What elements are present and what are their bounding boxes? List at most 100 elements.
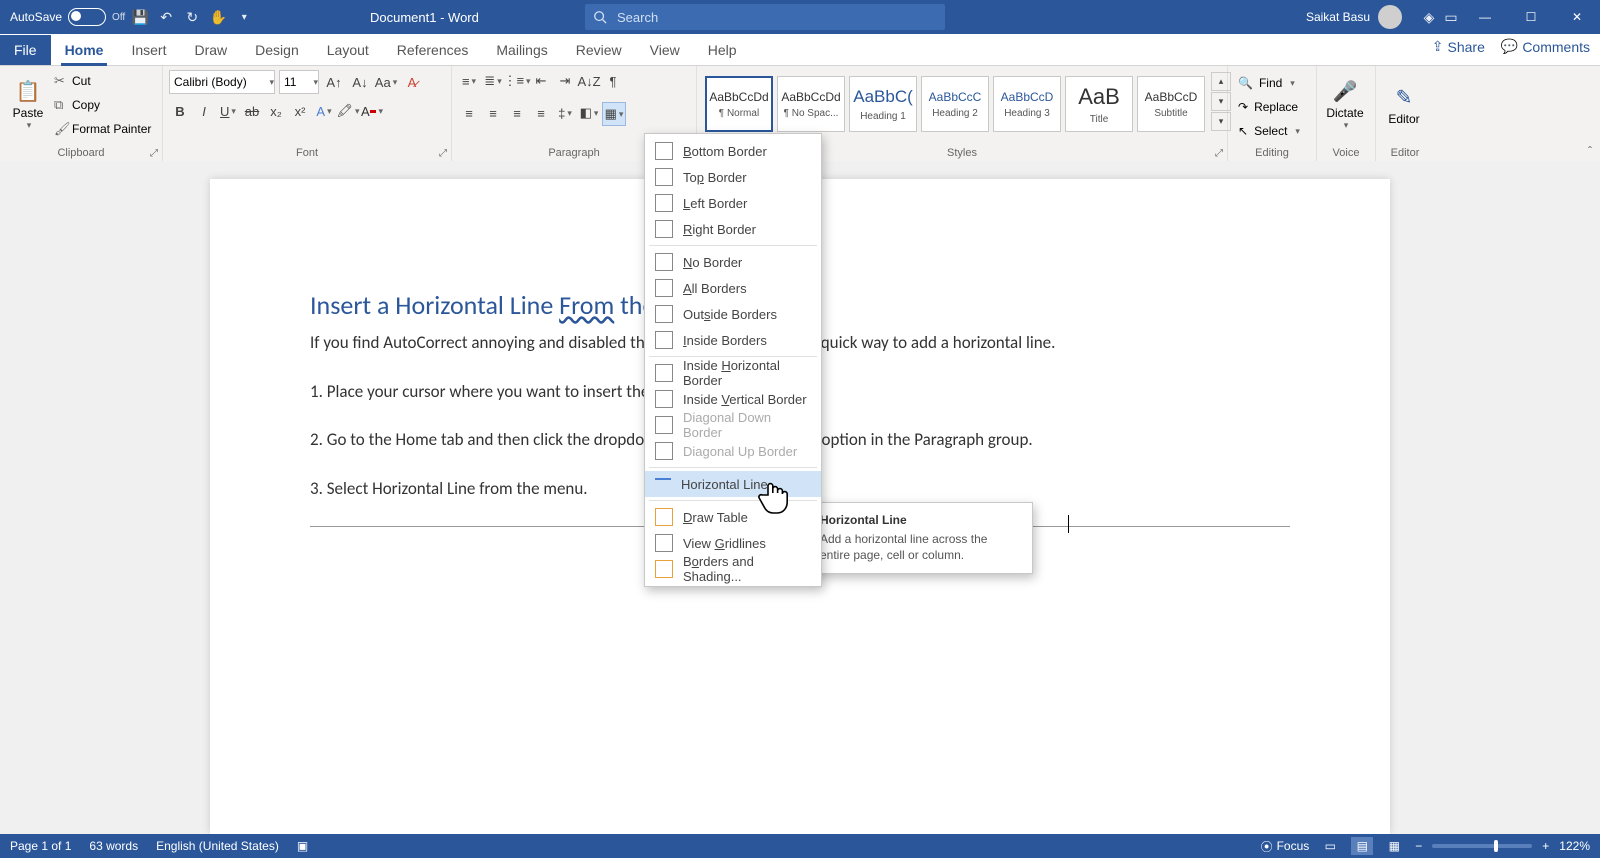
tab-home[interactable]: Home bbox=[51, 35, 118, 65]
style--no-spac-[interactable]: AaBbCcDd¶ No Spac... bbox=[777, 76, 845, 132]
align-right-icon[interactable]: ≡ bbox=[506, 102, 528, 124]
avatar[interactable] bbox=[1378, 5, 1402, 29]
font-color-icon[interactable]: A▾ bbox=[361, 100, 383, 122]
borders-item-bottom-border[interactable]: Bottom Border bbox=[645, 138, 821, 164]
style-heading-1[interactable]: AaBbC(Heading 1 bbox=[849, 76, 917, 132]
status-language[interactable]: English (United States) bbox=[156, 839, 279, 853]
borders-item-draw-table[interactable]: Draw Table bbox=[645, 504, 821, 530]
save-icon[interactable]: 💾 bbox=[129, 6, 151, 28]
font-launcher-icon[interactable]: ⤢ bbox=[439, 148, 447, 159]
tab-mailings[interactable]: Mailings bbox=[482, 35, 561, 65]
paste-button[interactable]: 📋 Paste ▾ bbox=[6, 70, 50, 140]
font-size-combo[interactable]: 11▾ bbox=[279, 70, 319, 94]
search-input[interactable] bbox=[615, 9, 879, 26]
numbering-icon[interactable]: ≣▾ bbox=[482, 70, 504, 92]
borders-item-left-border[interactable]: Left Border bbox=[645, 190, 821, 216]
tab-references[interactable]: References bbox=[383, 35, 483, 65]
style-heading-3[interactable]: AaBbCcDHeading 3 bbox=[993, 76, 1061, 132]
borders-item-all-borders[interactable]: All Borders bbox=[645, 275, 821, 301]
italic-icon[interactable]: I bbox=[193, 100, 215, 122]
ribbon-display-icon[interactable]: ▭ bbox=[1440, 6, 1462, 28]
line-spacing-icon[interactable]: ‡▾ bbox=[554, 102, 576, 124]
print-layout-icon[interactable]: ▤ bbox=[1351, 837, 1373, 855]
copy-button[interactable]: ⧉Copy bbox=[54, 94, 151, 116]
borders-item-horizontal-line[interactable]: Horizontal Line bbox=[645, 471, 821, 497]
style-title[interactable]: AaBTitle bbox=[1065, 76, 1133, 132]
maximize-button[interactable]: ☐ bbox=[1508, 0, 1554, 34]
style--normal[interactable]: AaBbCcDd¶ Normal bbox=[705, 76, 773, 132]
change-case-icon[interactable]: Aa▾ bbox=[375, 71, 397, 93]
show-marks-icon[interactable]: ¶ bbox=[602, 70, 624, 92]
redo-icon[interactable]: ↻ bbox=[181, 6, 203, 28]
tab-draw[interactable]: Draw bbox=[180, 35, 241, 65]
borders-item-view-gridlines[interactable]: View Gridlines bbox=[645, 530, 821, 556]
subscript-icon[interactable]: x₂ bbox=[265, 100, 287, 122]
tab-insert[interactable]: Insert bbox=[117, 35, 180, 65]
borders-item-borders-and-shading-[interactable]: Borders and Shading... bbox=[645, 556, 821, 582]
tab-design[interactable]: Design bbox=[241, 35, 313, 65]
autosave-toggle[interactable]: AutoSave Off bbox=[10, 8, 125, 26]
sort-icon[interactable]: A↓Z bbox=[578, 70, 600, 92]
format-painter-button[interactable]: 🖌Format Painter bbox=[54, 118, 151, 140]
dictate-button[interactable]: 🎤Dictate▾ bbox=[1323, 70, 1367, 140]
find-button[interactable]: 🔍Find▾ bbox=[1234, 72, 1304, 94]
borders-button[interactable]: ▦▾ bbox=[602, 102, 626, 126]
style-subtitle[interactable]: AaBbCcDSubtitle bbox=[1137, 76, 1205, 132]
user-name[interactable]: Saikat Basu bbox=[1306, 10, 1370, 24]
search-box[interactable] bbox=[585, 4, 945, 30]
superscript-icon[interactable]: x² bbox=[289, 100, 311, 122]
styles-launcher-icon[interactable]: ⤢ bbox=[1215, 148, 1223, 159]
zoom-in-icon[interactable]: + bbox=[1542, 839, 1549, 853]
autosave-switch[interactable] bbox=[68, 8, 106, 26]
borders-item-top-border[interactable]: Top Border bbox=[645, 164, 821, 190]
share-button[interactable]: ⇪Share bbox=[1432, 38, 1485, 55]
tab-view[interactable]: View bbox=[636, 35, 694, 65]
borders-item-inside-borders[interactable]: Inside Borders bbox=[645, 327, 821, 353]
clear-formatting-icon[interactable]: A̷ bbox=[401, 71, 423, 93]
highlight-icon[interactable]: 🖍▾ bbox=[337, 100, 359, 122]
replace-button[interactable]: ↷Replace bbox=[1234, 96, 1304, 118]
comments-button[interactable]: 💬Comments bbox=[1501, 38, 1590, 55]
bold-icon[interactable]: B bbox=[169, 100, 191, 122]
tab-review[interactable]: Review bbox=[562, 35, 636, 65]
text-effects-icon[interactable]: A▾ bbox=[313, 100, 335, 122]
select-button[interactable]: ↖Select▾ bbox=[1234, 120, 1304, 142]
shrink-font-icon[interactable]: A↓ bbox=[349, 71, 371, 93]
borders-item-outside-borders[interactable]: Outside Borders bbox=[645, 301, 821, 327]
status-page[interactable]: Page 1 of 1 bbox=[10, 839, 71, 853]
focus-mode[interactable]: ⦿Focus bbox=[1261, 838, 1310, 855]
touch-mode-icon[interactable]: ✋ bbox=[207, 6, 229, 28]
align-left-icon[interactable]: ≡ bbox=[458, 102, 480, 124]
collapse-ribbon-icon[interactable]: ˆ bbox=[1588, 144, 1592, 158]
multilevel-icon[interactable]: ⋮≡▾ bbox=[506, 70, 528, 92]
borders-item-inside-vertical-border[interactable]: Inside Vertical Border bbox=[645, 386, 821, 412]
status-words[interactable]: 63 words bbox=[89, 839, 138, 853]
minimize-button[interactable]: — bbox=[1462, 0, 1508, 34]
borders-item-inside-horizontal-border[interactable]: Inside Horizontal Border bbox=[645, 360, 821, 386]
tab-file[interactable]: File bbox=[0, 35, 51, 65]
zoom-level[interactable]: 122% bbox=[1559, 839, 1590, 853]
close-button[interactable]: ✕ bbox=[1554, 0, 1600, 34]
shading-icon[interactable]: ◧▾ bbox=[578, 102, 600, 124]
cut-button[interactable]: ✂Cut bbox=[54, 70, 151, 92]
bullets-icon[interactable]: ≡▾ bbox=[458, 70, 480, 92]
tab-layout[interactable]: Layout bbox=[313, 35, 383, 65]
decrease-indent-icon[interactable]: ⇤ bbox=[530, 70, 552, 92]
align-center-icon[interactable]: ≡ bbox=[482, 102, 504, 124]
read-mode-icon[interactable]: ▭ bbox=[1319, 837, 1341, 855]
editor-button[interactable]: ✎Editor bbox=[1382, 70, 1426, 140]
borders-item-no-border[interactable]: No Border bbox=[645, 249, 821, 275]
grow-font-icon[interactable]: A↑ bbox=[323, 71, 345, 93]
zoom-out-icon[interactable]: − bbox=[1415, 839, 1422, 853]
clipboard-launcher-icon[interactable]: ⤢ bbox=[150, 148, 158, 159]
underline-icon[interactable]: U▾ bbox=[217, 100, 239, 122]
qat-customize-icon[interactable]: ▾ bbox=[233, 6, 255, 28]
style-heading-2[interactable]: AaBbCcCHeading 2 bbox=[921, 76, 989, 132]
justify-icon[interactable]: ≡ bbox=[530, 102, 552, 124]
tab-help[interactable]: Help bbox=[694, 35, 751, 65]
increase-indent-icon[interactable]: ⇥ bbox=[554, 70, 576, 92]
undo-icon[interactable]: ↶ bbox=[155, 6, 177, 28]
borders-item-right-border[interactable]: Right Border bbox=[645, 216, 821, 242]
strikethrough-icon[interactable]: ab bbox=[241, 100, 263, 122]
premium-icon[interactable]: ◈ bbox=[1418, 6, 1440, 28]
